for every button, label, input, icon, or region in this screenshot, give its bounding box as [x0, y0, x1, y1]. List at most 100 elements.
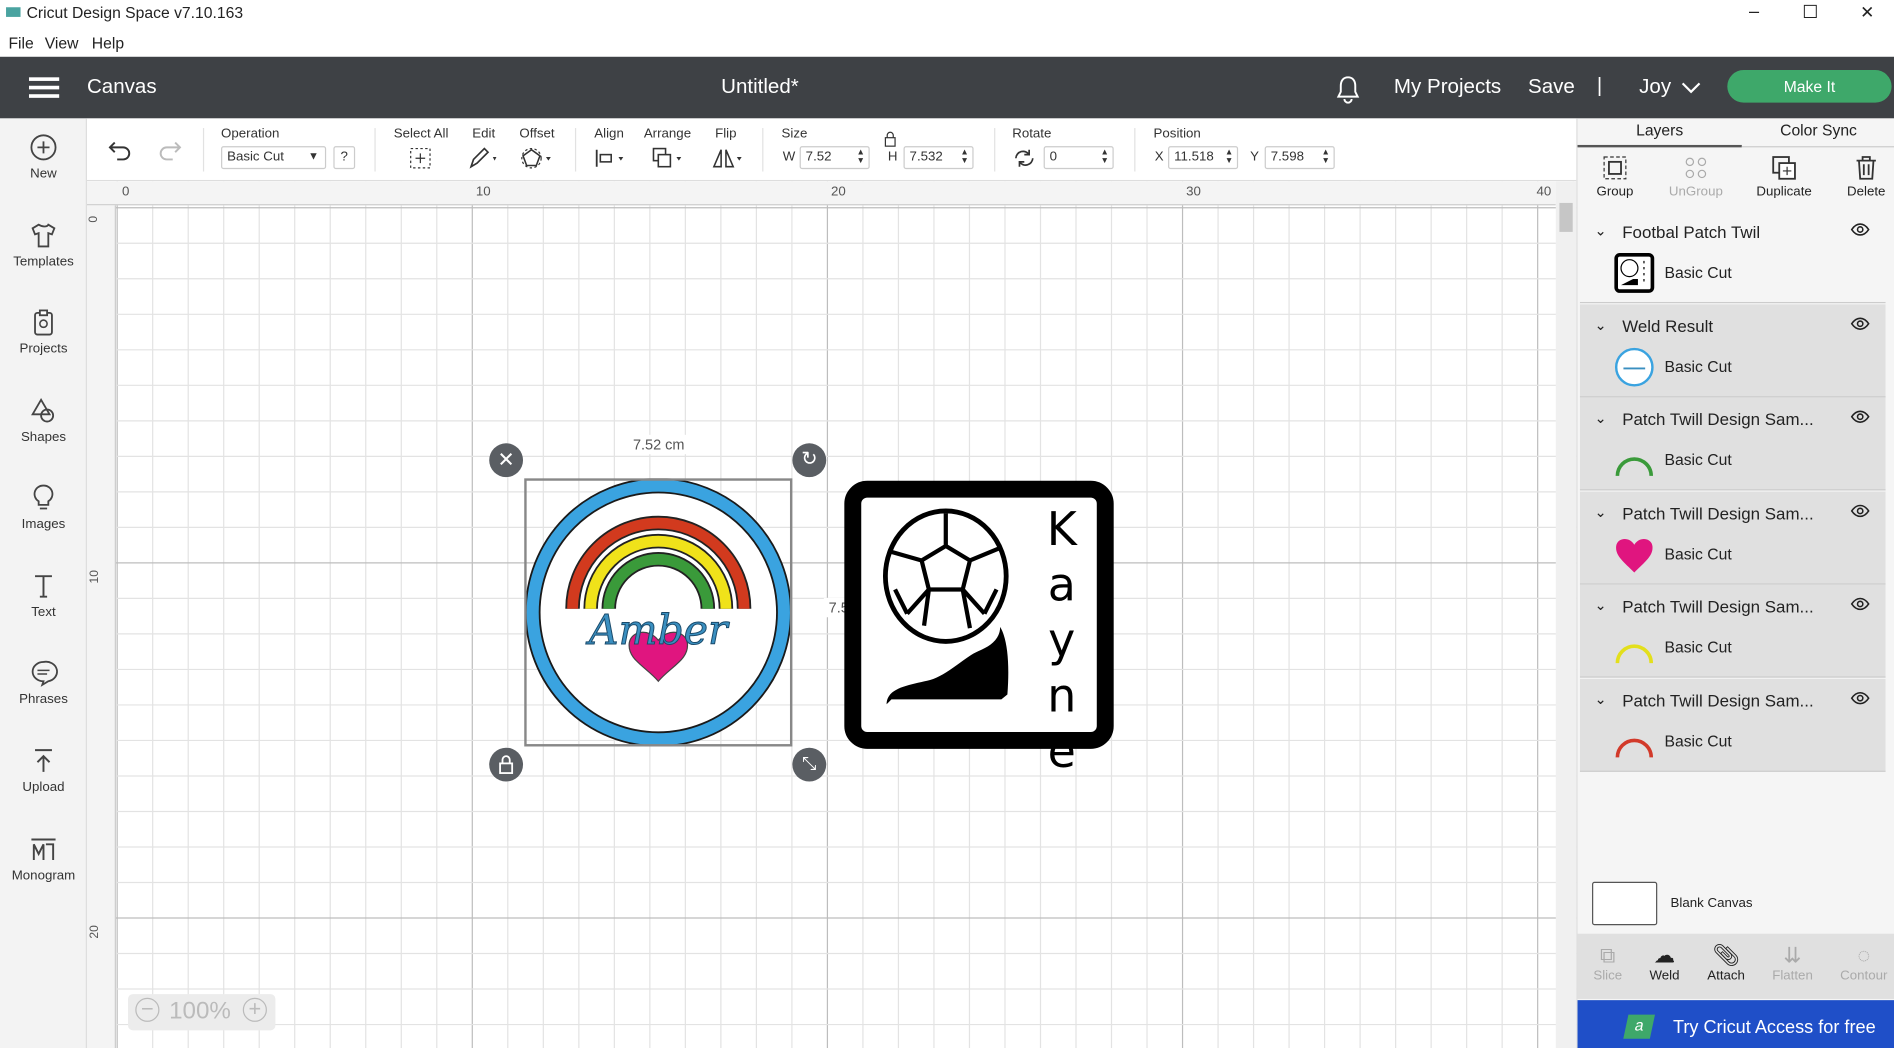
sidebar-item-phrases[interactable]: Phrases	[0, 658, 87, 707]
chevron-down-icon[interactable]: ⌄	[1594, 597, 1606, 614]
size-label: Size	[781, 126, 808, 142]
sidebar-item-templates[interactable]: Templates	[0, 221, 87, 269]
width-input[interactable]: 7.52 ▲ ▼	[799, 146, 870, 170]
tab-layers[interactable]: Layers	[1577, 118, 1742, 148]
edit-label: Edit	[472, 126, 496, 142]
height-input[interactable]: 7.532 ▲ ▼	[903, 146, 974, 170]
rotate-input[interactable]: 0 ▲ ▼	[1043, 146, 1114, 170]
minimize-button[interactable]: –	[1749, 1, 1759, 22]
close-window-button[interactable]: ✕	[1860, 2, 1874, 23]
menu-file[interactable]: File	[8, 34, 33, 52]
attach-button[interactable]: 📎︎ Attach	[1695, 943, 1758, 983]
rotate-handle-icon[interactable]: ↻	[792, 443, 827, 478]
weld-button[interactable]: ☁ Weld	[1633, 943, 1696, 983]
delete-handle-icon[interactable]: ✕	[489, 443, 524, 478]
cricut-access-promo[interactable]: a Try Cricut Access for free	[1577, 1000, 1894, 1048]
promo-text: Try Cricut Access for free	[1672, 1017, 1876, 1038]
eye-icon[interactable]	[1850, 222, 1870, 236]
text-icon	[35, 575, 52, 598]
resize-handle-icon[interactable]: ⤡	[792, 747, 827, 782]
sidebar-item-new[interactable]: New	[0, 133, 87, 181]
flatten-icon: ⇊	[1783, 943, 1802, 968]
maximize-button[interactable]: ☐	[1802, 1, 1818, 23]
chevron-down-icon[interactable]: ⌄	[1594, 690, 1606, 707]
stepper-icon[interactable]: ▲ ▼	[960, 149, 968, 166]
sidebar-item-text[interactable]: Text	[0, 571, 87, 620]
layer-name: Patch Twill Design Sam...	[1622, 596, 1814, 617]
operation-help-button[interactable]: ?	[333, 146, 356, 170]
design-canvas[interactable]: 0 10 20 30 40 0 10 20 Amber 7.52 cm 7.53…	[86, 181, 1577, 1048]
contour-button[interactable]: ◌ Contour	[1832, 943, 1894, 983]
group-button[interactable]: Group	[1587, 155, 1643, 199]
zoom-out-button[interactable]: −	[135, 997, 160, 1022]
layer-name: Patch Twill Design Sam...	[1622, 690, 1814, 710]
lock-handle-icon[interactable]	[489, 747, 524, 782]
zoom-in-button[interactable]: +	[242, 997, 267, 1022]
sidebar-item-shapes[interactable]: Shapes	[0, 396, 87, 445]
stepper-icon[interactable]: ▲ ▼	[1100, 149, 1108, 166]
eye-icon[interactable]	[1850, 690, 1870, 704]
blank-canvas-thumbnail[interactable]	[1592, 881, 1658, 926]
lock-ratio-icon[interactable]	[883, 130, 897, 147]
arrange-icon[interactable]	[651, 146, 687, 170]
edit-pencil-icon[interactable]	[467, 146, 501, 170]
flip-label: Flip	[715, 126, 737, 142]
bell-icon[interactable]	[1335, 75, 1362, 104]
chevron-down-icon[interactable]: ⌄	[1594, 503, 1606, 520]
my-projects-link[interactable]: My Projects	[1394, 75, 1501, 99]
layer-item[interactable]: ⌄ Footbal Patch Twil Basic Cut	[1579, 210, 1886, 304]
flip-icon[interactable]	[711, 146, 747, 170]
layer-item[interactable]: ⌄ Patch Twill Design Sam... Basic Cut	[1579, 397, 1886, 491]
select-all-icon[interactable]	[408, 146, 432, 170]
selection-box[interactable]	[524, 478, 793, 747]
make-it-button[interactable]: Make It	[1727, 70, 1892, 103]
tab-color-sync[interactable]: Color Sync	[1741, 118, 1894, 148]
sidebar-item-upload[interactable]: Upload	[0, 746, 87, 795]
ungroup-icon	[1685, 157, 1707, 179]
layer-thumbnail	[1614, 440, 1655, 481]
stepper-icon[interactable]: ▲ ▼	[1322, 149, 1330, 166]
eye-icon[interactable]	[1850, 409, 1870, 423]
layer-item[interactable]: ⌄ Patch Twill Design Sam... Basic Cut	[1579, 491, 1886, 585]
undo-icon[interactable]	[108, 139, 135, 161]
menu-view[interactable]: View	[45, 34, 79, 52]
layer-item[interactable]: ⌄ Weld Result Basic Cut	[1579, 303, 1886, 397]
flatten-label: Flatten	[1772, 968, 1813, 984]
operation-select[interactable]: Basic Cut ▼	[221, 146, 327, 170]
vertical-scrollbar[interactable]	[1555, 181, 1577, 1048]
layer-thumbnail	[1614, 533, 1655, 574]
layer-item[interactable]: ⌄ Patch Twill Design Sam... Basic Cut	[1579, 678, 1886, 772]
chevron-down-icon[interactable]: ⌄	[1594, 222, 1606, 239]
align-icon[interactable]	[594, 147, 630, 169]
chevron-down-icon[interactable]	[1680, 81, 1702, 95]
redo-icon[interactable]	[156, 139, 183, 161]
eye-icon[interactable]	[1850, 503, 1870, 517]
eye-icon[interactable]	[1850, 597, 1870, 611]
ungroup-button[interactable]: UnGroup	[1660, 155, 1732, 199]
eye-icon[interactable]	[1850, 316, 1870, 330]
position-x-input[interactable]: 11.518 ▲ ▼	[1168, 146, 1239, 170]
flatten-button[interactable]: ⇊ Flatten	[1761, 943, 1824, 983]
rotate-icon[interactable]	[1012, 147, 1036, 169]
shirt-icon	[31, 223, 56, 248]
chevron-down-icon[interactable]: ⌄	[1594, 316, 1606, 333]
sidebar-item-monogram[interactable]: Monogram	[0, 835, 87, 883]
chevron-down-icon[interactable]: ⌄	[1594, 409, 1606, 426]
sidebar-item-projects[interactable]: Projects	[0, 308, 87, 356]
save-button[interactable]: Save	[1528, 75, 1575, 99]
offset-icon[interactable]	[519, 146, 558, 170]
hamburger-menu-icon[interactable]	[28, 77, 60, 98]
stepper-icon[interactable]: ▲ ▼	[856, 149, 864, 166]
user-menu[interactable]: Joy	[1639, 75, 1671, 99]
position-y-input[interactable]: 7.598 ▲ ▼	[1264, 146, 1335, 170]
layers-scrollbar[interactable]	[1882, 210, 1894, 862]
upload-icon	[35, 749, 52, 772]
sidebar-item-images[interactable]: Images	[0, 483, 87, 531]
menu-help[interactable]: Help	[92, 34, 124, 52]
stepper-icon[interactable]: ▲ ▼	[1225, 149, 1233, 166]
slice-button[interactable]: ⧉ Slice	[1576, 943, 1639, 983]
delete-button[interactable]: Delete	[1838, 155, 1894, 199]
layer-item[interactable]: ⌄ Patch Twill Design Sam... Basic Cut	[1579, 584, 1886, 678]
duplicate-button[interactable]: Duplicate	[1749, 155, 1819, 199]
document-title[interactable]: Untitled*	[721, 75, 799, 99]
